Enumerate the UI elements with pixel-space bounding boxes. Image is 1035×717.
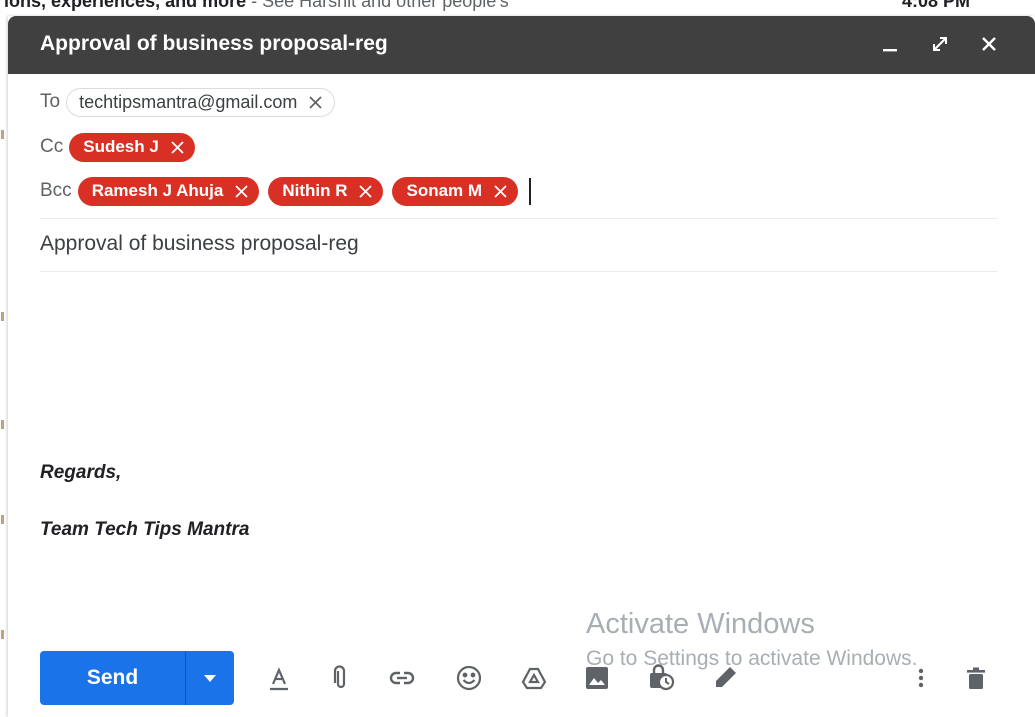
insert-photo-icon[interactable] xyxy=(580,661,614,695)
activate-windows-hint: Go to Settings to activate Windows. xyxy=(586,647,918,670)
subject-divider xyxy=(40,271,997,272)
bcc-label: Bcc xyxy=(40,180,72,201)
activate-windows-title: Activate Windows xyxy=(586,608,815,640)
compose-title: Approval of business proposal-reg xyxy=(40,32,388,55)
confidential-mode-icon[interactable] xyxy=(644,661,678,695)
remove-recipient-icon[interactable] xyxy=(357,183,374,200)
send-button[interactable]: Send xyxy=(40,651,185,705)
subject-field[interactable]: Approval of business proposal-reg xyxy=(40,232,359,256)
remove-recipient-icon[interactable] xyxy=(307,94,324,111)
remove-recipient-icon[interactable] xyxy=(169,139,186,156)
more-options-icon[interactable] xyxy=(904,661,938,695)
close-icon[interactable] xyxy=(975,30,1003,58)
discard-draft-icon[interactable] xyxy=(959,661,993,695)
dropdown-arrow-icon xyxy=(204,675,216,682)
google-drive-icon[interactable] xyxy=(517,661,551,695)
recipient-chip-label: Sudesh J xyxy=(83,137,159,156)
background-email-row: ions, experiences, and more - See Harshi… xyxy=(0,0,1035,16)
recipient-chip-label: Ramesh J Ahuja xyxy=(91,181,224,200)
bcc-field[interactable]: Bcc Ramesh J Ahuja Nithin R Sonam M xyxy=(40,174,532,208)
recipient-chip-label: Sonam M xyxy=(406,181,483,200)
send-button-group: Send xyxy=(40,651,234,705)
insert-link-icon[interactable] xyxy=(385,661,419,695)
insert-emoji-icon[interactable] xyxy=(452,661,486,695)
recipient-chip[interactable]: Nithin R xyxy=(268,176,384,206)
recipient-chip-label: Nithin R xyxy=(282,181,348,200)
cc-label: Cc xyxy=(40,136,64,157)
compose-titlebar[interactable]: Approval of business proposal-reg xyxy=(8,16,1035,74)
recipient-chip-label: techtipsmantra@gmail.com xyxy=(79,91,298,112)
formatting-options-icon[interactable] xyxy=(262,661,296,695)
recipient-chip[interactable]: techtipsmantra@gmail.com xyxy=(66,87,336,117)
more-send-options-button[interactable] xyxy=(186,651,234,705)
signature-icon[interactable] xyxy=(708,661,742,695)
recipient-chip[interactable]: Sudesh J xyxy=(69,132,195,162)
background-email-time: 4:08 PM xyxy=(902,0,971,11)
to-label: To xyxy=(40,91,61,112)
compose-window: Approval of business proposal-reg To tec… xyxy=(8,16,1035,717)
recipients-divider xyxy=(40,218,997,219)
expand-icon[interactable] xyxy=(926,30,954,58)
remove-recipient-icon[interactable] xyxy=(492,183,509,200)
signature-regards: Regards, xyxy=(40,462,122,483)
recipient-chip[interactable]: Ramesh J Ahuja xyxy=(77,176,260,206)
remove-recipient-icon[interactable] xyxy=(233,183,250,200)
to-field[interactable]: To techtipsmantra@gmail.com xyxy=(40,85,336,119)
minimize-icon[interactable] xyxy=(877,30,905,58)
text-cursor xyxy=(529,177,532,205)
recipient-chip[interactable]: Sonam M xyxy=(392,176,519,206)
attach-file-icon[interactable] xyxy=(324,661,358,695)
background-email-snippet: ions, experiences, and more - See Harshi… xyxy=(4,0,509,11)
signature-team: Team Tech Tips Mantra xyxy=(40,519,250,540)
cc-field[interactable]: Cc Sudesh J xyxy=(40,130,204,164)
